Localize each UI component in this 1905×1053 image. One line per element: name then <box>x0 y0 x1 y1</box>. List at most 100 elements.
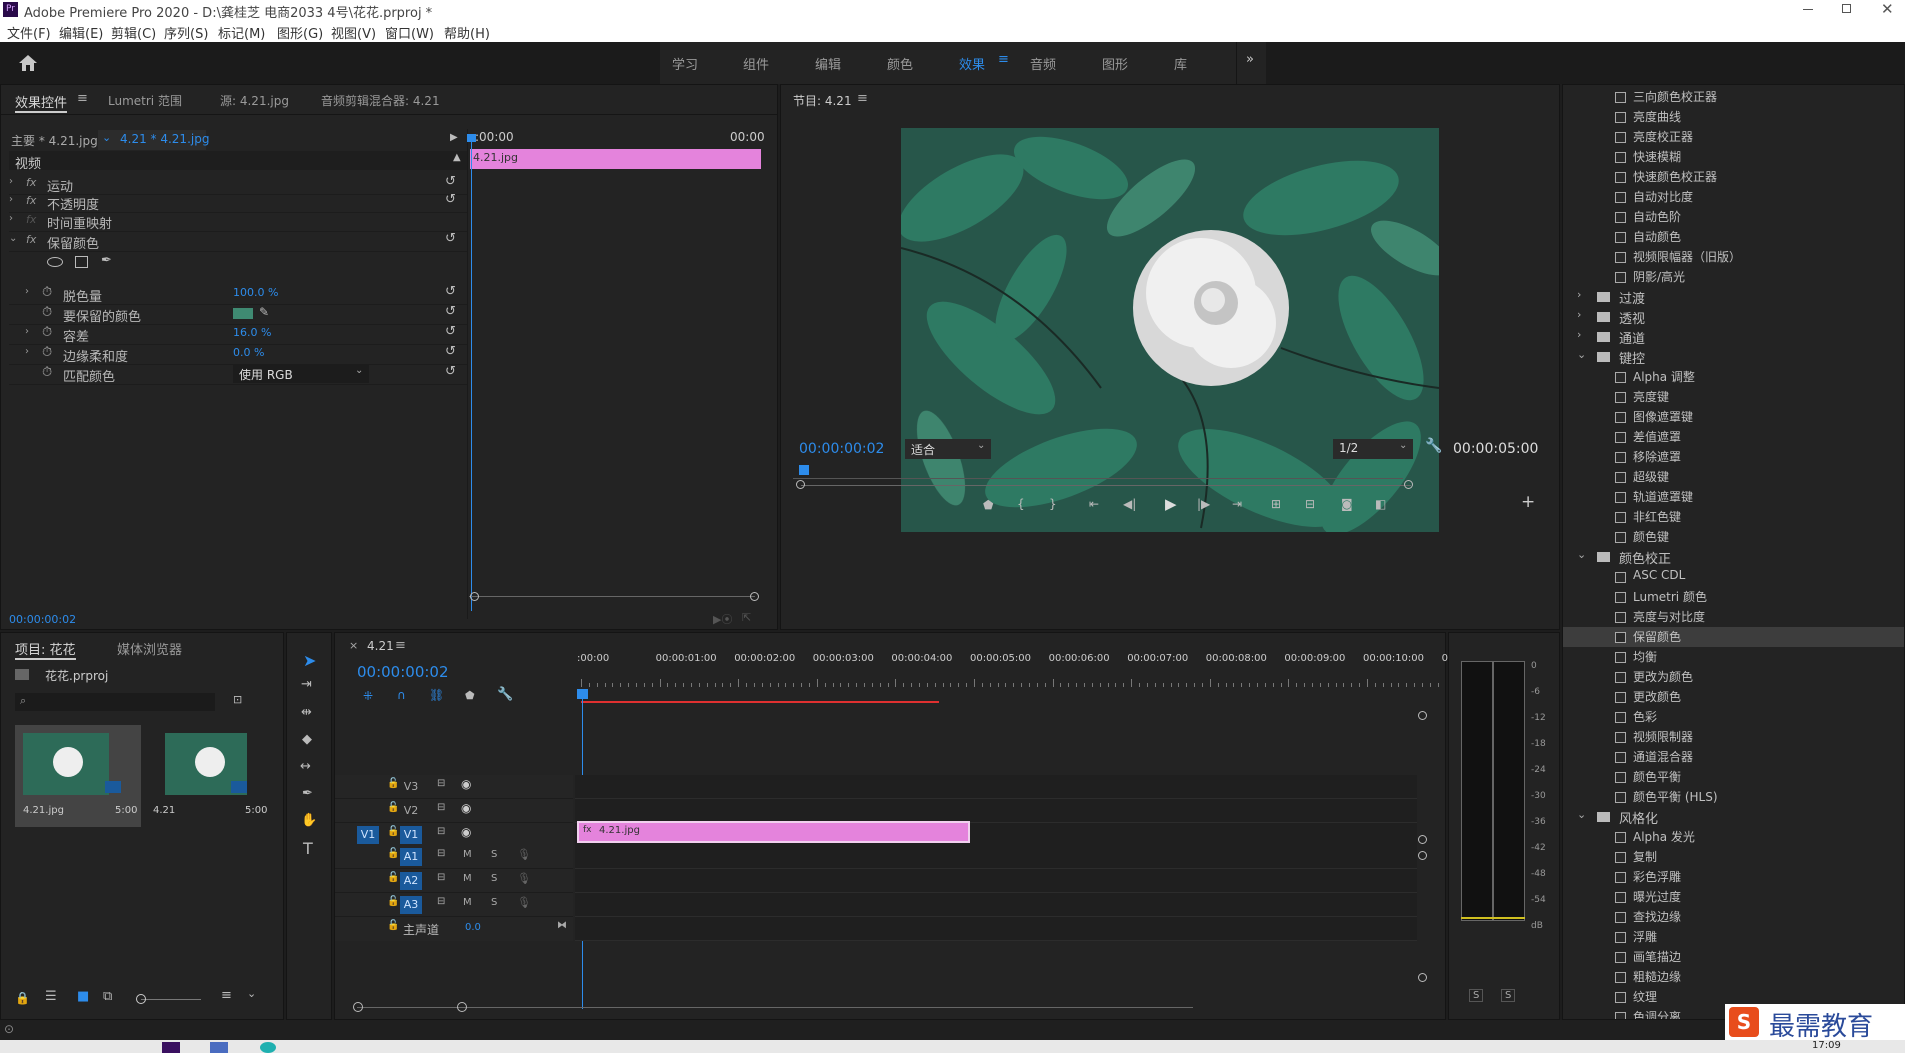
effects-item[interactable]: 均衡 <box>1563 647 1904 667</box>
play-only-audio-icon[interactable]: ▶⦿ <box>713 611 732 627</box>
effects-item[interactable]: 亮度曲线 <box>1563 107 1904 127</box>
v-scroll-mid2[interactable] <box>1418 851 1427 860</box>
tab-media-browser[interactable]: 媒体浏览器 <box>117 639 182 658</box>
keyframe-zoom-scroll[interactable] <box>469 596 755 597</box>
effects-item[interactable]: 色彩 <box>1563 707 1904 727</box>
workspace-libraries[interactable]: 库 <box>1174 54 1187 73</box>
razor-tool-icon[interactable]: ◆ <box>302 732 312 747</box>
effects-item[interactable]: 颜色键 <box>1563 527 1904 547</box>
effects-item[interactable]: ASC CDL <box>1563 567 1904 587</box>
track-label[interactable]: V3 <box>400 778 422 796</box>
slip-tool-icon[interactable]: ↔ <box>300 759 311 774</box>
lock-icon[interactable]: 🔓 <box>387 802 399 813</box>
home-icon[interactable] <box>18 54 38 72</box>
play-icon[interactable]: ▶ <box>1165 495 1177 513</box>
tab-audio-clip-mixer[interactable]: 音频剪辑混合器: 4.21 <box>321 92 440 109</box>
v-scroll-mid1[interactable] <box>1418 835 1427 844</box>
project-item[interactable]: 4.21 5:00 <box>147 725 273 827</box>
workspace-graphics[interactable]: 图形 <box>1102 54 1128 73</box>
effects-item[interactable]: 视频限幅器（旧版） <box>1563 247 1904 267</box>
sync-lock-icon[interactable]: ⊟ <box>437 802 445 813</box>
step-back-icon[interactable]: ◀| <box>1123 497 1136 511</box>
fx-icon[interactable]: fx <box>26 176 36 189</box>
program-playhead-timecode[interactable]: 00:00:00:02 <box>799 441 884 457</box>
microphone-icon[interactable]: 🎙 <box>517 848 531 861</box>
effects-item[interactable]: 画笔描边 <box>1563 947 1904 967</box>
effects-folder[interactable]: › 透视 <box>1563 307 1904 327</box>
chevron-right-icon[interactable]: › <box>25 326 29 337</box>
solo-left-button[interactable]: S <box>1469 989 1484 1002</box>
collapse-up-icon[interactable]: ▲ <box>453 152 461 163</box>
mute-button[interactable]: M <box>463 873 472 884</box>
lock-icon[interactable]: 🔓 <box>387 872 399 883</box>
track-label[interactable]: A1 <box>400 848 422 866</box>
sync-lock-icon[interactable]: ⊟ <box>437 848 445 859</box>
workspace-assembly[interactable]: 组件 <box>743 54 769 73</box>
taskbar-browser-icon[interactable] <box>260 1042 276 1053</box>
menu-window[interactable]: 窗口(W) <box>385 23 434 42</box>
timeline-clip[interactable]: fx 4.21.jpg <box>577 821 970 843</box>
go-to-in-icon[interactable]: ⇤ <box>1089 497 1099 511</box>
mark-out-icon[interactable]: } <box>1049 497 1057 511</box>
stopwatch-icon[interactable]: ⏱ <box>42 325 52 340</box>
zoom-slider-handle[interactable] <box>136 994 146 1004</box>
workspace-learn[interactable]: 学习 <box>672 54 698 73</box>
effects-item[interactable]: 亮度校正器 <box>1563 127 1904 147</box>
effects-item[interactable]: 自动色阶 <box>1563 207 1904 227</box>
ripple-edit-tool-icon[interactable]: ⇹ <box>301 705 312 720</box>
snap-icon[interactable]: ∩ <box>397 688 406 702</box>
reset-icon[interactable]: ↺ <box>445 304 456 319</box>
chevron-right-icon[interactable]: › <box>25 286 29 297</box>
program-ruler[interactable] <box>793 469 1403 479</box>
microphone-icon[interactable]: 🎙 <box>517 872 531 885</box>
go-to-end-icon[interactable]: ⧓ <box>557 920 567 931</box>
menu-edit[interactable]: 编辑(E) <box>59 23 103 42</box>
timeline-h-scrollbar[interactable] <box>357 1007 1193 1008</box>
workspace-audio[interactable]: 音频 <box>1030 54 1056 73</box>
taskbar-app-icon[interactable] <box>210 1042 228 1053</box>
resolution-dropdown[interactable]: 1/2 ⌄ <box>1333 439 1413 459</box>
sync-lock-icon[interactable]: ⊟ <box>437 872 445 883</box>
fit-dropdown[interactable]: 适合 ⌄ <box>905 439 991 459</box>
fx-icon[interactable]: fx <box>26 194 36 207</box>
tab-lumetri-scopes[interactable]: Lumetri 范围 <box>108 92 182 109</box>
effects-item[interactable]: 非红色键 <box>1563 507 1904 527</box>
tab-effect-controls[interactable]: 效果控件 <box>15 92 68 113</box>
master-track-lane[interactable] <box>575 917 1417 941</box>
ellipse-mask-icon[interactable] <box>47 257 63 267</box>
effect-controls-timecode[interactable]: 00:00:00:02 <box>9 613 76 626</box>
sync-lock-icon[interactable]: ⊟ <box>437 896 445 907</box>
reset-icon[interactable]: ↺ <box>445 284 456 299</box>
effects-item[interactable]: 彩色浮雕 <box>1563 867 1904 887</box>
effects-item[interactable]: 轨道遮罩键 <box>1563 487 1904 507</box>
expand-right-icon[interactable]: ▶ <box>450 132 458 143</box>
fx-icon[interactable]: fx <box>26 233 36 246</box>
solo-button[interactable]: S <box>491 873 497 884</box>
reset-icon[interactable]: ↺ <box>445 192 456 207</box>
param-value[interactable]: 0.0 % <box>233 346 264 359</box>
effects-item[interactable]: 快速颜色校正器 <box>1563 167 1904 187</box>
lock-icon[interactable]: 🔓 <box>387 920 399 931</box>
chevron-right-icon[interactable]: › <box>9 194 13 205</box>
rectangle-mask-icon[interactable] <box>75 256 88 268</box>
menu-help[interactable]: 帮助(H) <box>444 23 490 42</box>
tab-source[interactable]: 源: 4.21.jpg <box>220 92 289 109</box>
track-label[interactable]: V1 <box>400 826 422 844</box>
workspace-menu-icon[interactable]: ≡ <box>998 52 1009 67</box>
timeline-timecode[interactable]: 00:00:00:02 <box>357 663 449 681</box>
workspace-editing[interactable]: 编辑 <box>815 54 841 73</box>
sync-lock-icon[interactable]: ⊟ <box>437 826 445 837</box>
effects-folder[interactable]: › 通道 <box>1563 327 1904 347</box>
reset-icon[interactable]: ↺ <box>445 364 456 379</box>
chevron-down-icon[interactable]: ⌄ <box>247 987 256 1000</box>
reset-icon[interactable]: ↺ <box>445 174 456 189</box>
add-button-icon[interactable]: + <box>1521 492 1535 512</box>
effect-row[interactable]: › fx 时间重映射 <box>9 211 467 232</box>
restore-icon[interactable] <box>1842 4 1851 13</box>
go-to-out-icon[interactable]: ⇥ <box>1232 497 1242 511</box>
hand-tool-icon[interactable]: ✋ <box>301 813 317 828</box>
chevron-right-icon[interactable]: › <box>9 213 13 224</box>
effects-item[interactable]: 视频限制器 <box>1563 727 1904 747</box>
effects-item[interactable]: 查找边缘 <box>1563 907 1904 927</box>
taskbar-premiere-icon[interactable] <box>162 1042 180 1053</box>
